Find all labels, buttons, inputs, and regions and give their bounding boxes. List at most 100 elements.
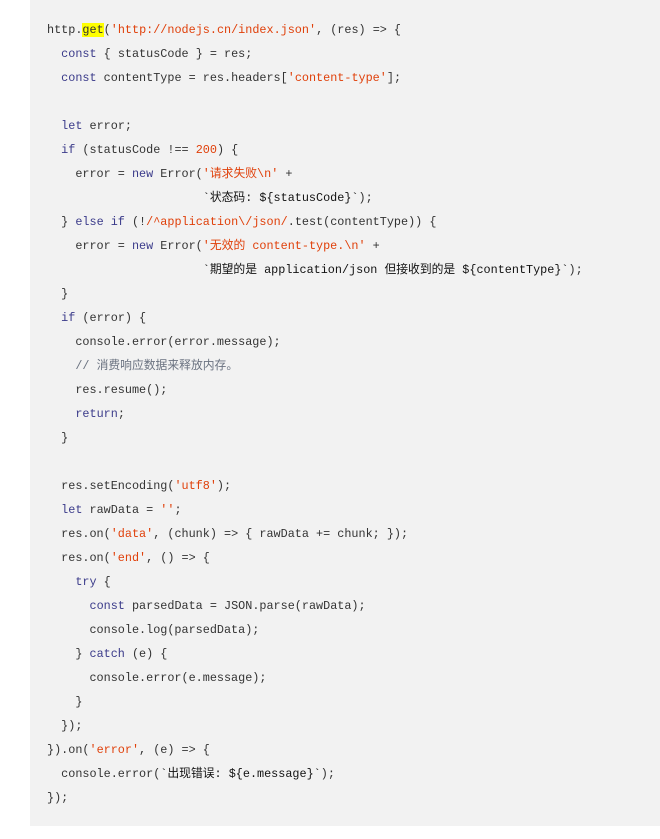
code-line: // 消费响应数据来释放内存。 <box>47 354 583 378</box>
code-keyword: if <box>61 143 76 157</box>
code-string: /^application\/json/ <box>146 215 288 229</box>
code-text: } <box>47 647 90 661</box>
code-line: }); <box>47 786 583 810</box>
code-line: } <box>47 282 583 306</box>
code-line: if (error) { <box>47 306 583 330</box>
code-text: res.resume(); <box>47 383 168 397</box>
code-text: , (e) => { <box>139 743 210 757</box>
code-line: } <box>47 690 583 714</box>
code-string: 'error' <box>89 743 140 757</box>
code-string: 'utf8' <box>174 479 217 493</box>
code-string: 'content-type' <box>287 71 387 85</box>
code-line: res.setEncoding('utf8'); <box>47 474 583 498</box>
code-highlight: get <box>82 23 104 37</box>
code-template-string: `出现错误: ${e.message}` <box>160 767 321 781</box>
code-text: Error( <box>153 167 203 181</box>
code-text: , (chunk) => { rawData += chunk; }); <box>153 527 409 541</box>
code-line: }); <box>47 714 583 738</box>
code-template-string: `状态码: ${statusCode}` <box>202 191 359 205</box>
code-text: } <box>47 695 83 709</box>
code-text: ]; <box>386 71 402 85</box>
code-line: res.on('end', () => { <box>47 546 583 570</box>
code-keyword: return <box>75 407 118 421</box>
code-line: let rawData = ''; <box>47 498 583 522</box>
code-keyword: const <box>89 599 125 613</box>
code-string: '' <box>160 503 175 517</box>
code-keyword: new <box>131 239 154 253</box>
code-line: if (statusCode !== 200) { <box>47 138 583 162</box>
code-string: '请求失败\n' <box>202 167 279 181</box>
code-text: error; <box>82 119 132 133</box>
code-text: (! <box>124 215 147 229</box>
code-text: }).on( <box>47 743 90 757</box>
code-text: }); <box>47 791 69 805</box>
code-text: console.error(e.message); <box>47 671 267 685</box>
code-template-string: `期望的是 application/json 但接收到的是 ${contentT… <box>202 263 569 277</box>
code-keyword: let <box>61 119 83 133</box>
code-text: ( <box>103 23 111 37</box>
code-text: error = <box>47 239 132 253</box>
code-text: rawData = <box>82 503 161 517</box>
code-text: ); <box>320 767 335 781</box>
code-text: + <box>365 239 380 253</box>
code-text: ; <box>174 503 182 517</box>
code-keyword: new <box>131 167 154 181</box>
code-line: } <box>47 426 583 450</box>
code-text: parsedData = JSON.parse(rawData); <box>124 599 366 613</box>
code-string: 'data' <box>110 527 154 541</box>
code-text: (statusCode !== <box>75 143 196 157</box>
code-text: , (res) => { <box>316 23 402 37</box>
code-text: contentType = res.headers[ <box>96 71 288 85</box>
code-line: console.error(e.message); <box>47 666 583 690</box>
code-text: } <box>47 287 69 301</box>
code-string: 'http://nodejs.cn/index.json' <box>110 23 317 37</box>
code-line: res.on('data', (chunk) => { rawData += c… <box>47 522 583 546</box>
code-text: , () => { <box>146 551 210 565</box>
code-keyword: catch <box>89 647 125 661</box>
code-block: http.get('http://nodejs.cn/index.json', … <box>30 0 660 826</box>
code-text: res.setEncoding( <box>47 479 175 493</box>
code-number: 200 <box>195 143 217 157</box>
code-line: console.error(`出现错误: ${e.message}`); <box>47 762 583 786</box>
code-text: { <box>96 575 111 589</box>
code-string: 'end' <box>110 551 147 565</box>
code-keyword: const <box>61 71 97 85</box>
code-text: console.error(error.message); <box>47 335 281 349</box>
code-line: http.get('http://nodejs.cn/index.json', … <box>47 18 583 42</box>
code-line: res.resume(); <box>47 378 583 402</box>
code-text: } <box>47 431 69 445</box>
code-text: ); <box>358 191 373 205</box>
code-text: error = <box>47 167 132 181</box>
code-text: ) { <box>216 143 239 157</box>
code-text: http. <box>47 23 83 37</box>
code-line: error = new Error('无效的 content-type.\n' … <box>47 234 583 258</box>
code-keyword: let <box>61 503 83 517</box>
code-text: ; <box>117 407 125 421</box>
code-line: } else if (!/^application\/json/.test(co… <box>47 210 583 234</box>
code-line: const parsedData = JSON.parse(rawData); <box>47 594 583 618</box>
code-text: { statusCode } = res; <box>96 47 253 61</box>
code-text: res.on( <box>47 551 111 565</box>
code-text: } <box>47 215 76 229</box>
code-keyword: else if <box>75 215 125 229</box>
code-line: try { <box>47 570 583 594</box>
code-text: res.on( <box>47 527 111 541</box>
code-text: ); <box>216 479 232 493</box>
code-keyword: if <box>61 311 76 325</box>
code-text: console.error( <box>47 767 161 781</box>
code-line: } catch (e) { <box>47 642 583 666</box>
code-text: (e) { <box>124 647 168 661</box>
code-text: + <box>278 167 293 181</box>
